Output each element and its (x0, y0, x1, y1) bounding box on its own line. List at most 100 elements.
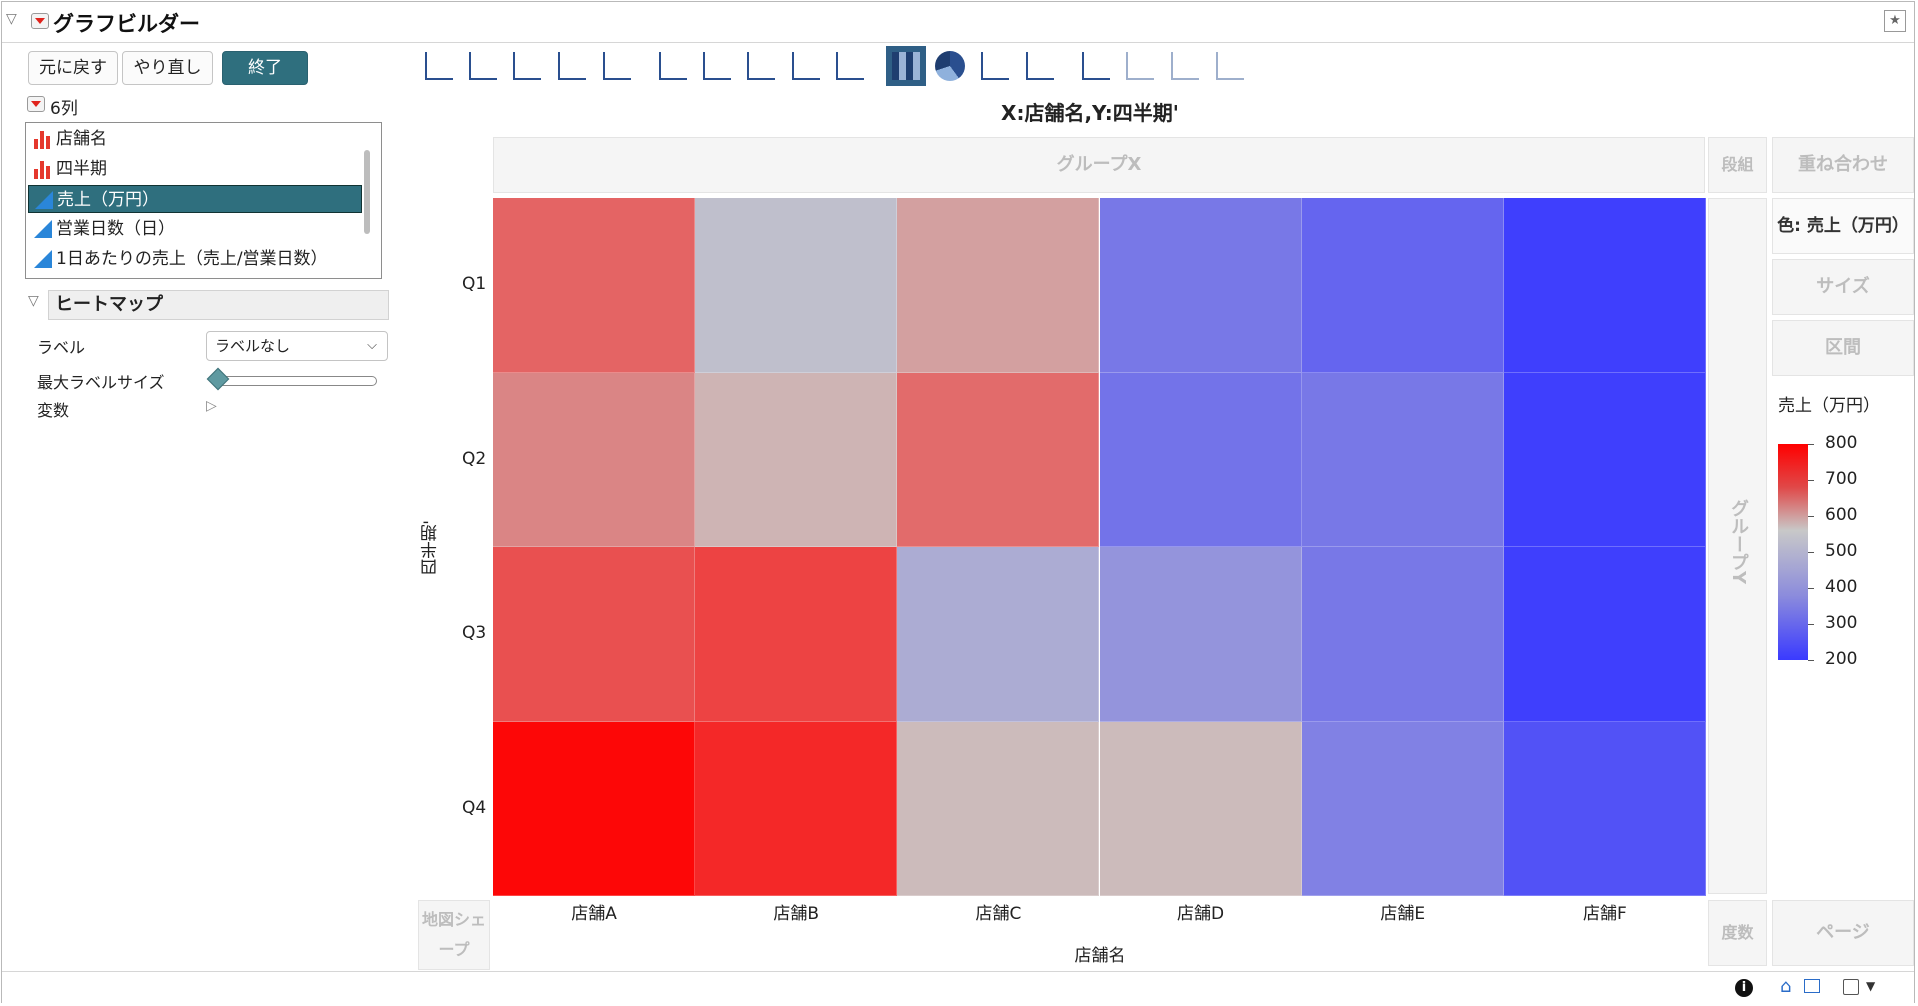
section-triangle-icon[interactable]: ▽ (28, 293, 39, 309)
undo-button[interactable]: 元に戻す (28, 51, 118, 85)
jitter-icon[interactable] (463, 46, 503, 86)
x-tick-label: 店舗C (975, 904, 1022, 924)
dropdown-arrow-icon[interactable]: ▼ (1866, 979, 1875, 993)
heatmap-cell[interactable] (493, 372, 696, 547)
y-tick-label: Q4 (462, 797, 487, 818)
legend-tick-label: 400 (1825, 577, 1858, 597)
size-zone[interactable]: サイズ (1772, 259, 1914, 315)
heatmap-cell[interactable] (1099, 547, 1302, 722)
heatmap-cell[interactable] (695, 198, 898, 373)
red-menu-icon[interactable] (31, 13, 49, 29)
pin-icon[interactable]: ★ (1884, 10, 1906, 32)
area-icon[interactable] (741, 46, 781, 86)
formula-icon[interactable] (1120, 46, 1160, 86)
mosaic-icon[interactable] (1020, 46, 1060, 86)
heatmap-cell[interactable] (897, 721, 1100, 896)
heatmap-cell[interactable] (695, 547, 898, 722)
y-axis-title: 四半期' (421, 520, 441, 576)
heatmap-cell[interactable] (493, 198, 696, 373)
heatmap-cell[interactable] (1503, 547, 1706, 722)
group-y-zone[interactable]: グループY (1708, 198, 1767, 894)
legend-title: 売上（万円） (1778, 396, 1880, 416)
heatmap-cell[interactable] (695, 721, 898, 896)
checkbox-icon[interactable] (1843, 979, 1859, 995)
column-item-store[interactable]: 店舗名 (28, 125, 358, 153)
max-label-size-slider[interactable] (217, 376, 377, 386)
x-axis-title: 店舗名 (1074, 946, 1126, 966)
collapse-triangle-icon[interactable]: ▽ (6, 11, 17, 27)
expand-triangle-icon[interactable]: ▷ (206, 398, 217, 414)
page-zone[interactable]: ページ (1772, 900, 1914, 966)
column-item-daily-sales[interactable]: 1日あたりの売上（売上/営業日数） (28, 245, 358, 273)
heatmap-cell[interactable] (1503, 721, 1706, 896)
window-title: グラフビルダー (53, 12, 200, 36)
heatmap-cell[interactable] (493, 721, 696, 896)
caption-box-icon[interactable] (1076, 46, 1116, 86)
map-shape-zone[interactable]: 地図シェープ (418, 900, 490, 970)
column-list-scrollbar[interactable] (364, 150, 370, 234)
box-plot-icon[interactable] (786, 46, 826, 86)
freq-zone[interactable]: 度数 (1708, 900, 1767, 966)
legend-tick-label: 600 (1825, 505, 1858, 525)
columns-menu-icon[interactable] (27, 96, 45, 112)
status-bar (2, 971, 1914, 1004)
column-list[interactable]: 店舗名 四半期 売上（万円） 営業日数（日） 1日あたりの売上（売上/営業日数） (25, 122, 382, 279)
heatmap-section-header[interactable]: ヒートマップ (48, 290, 389, 320)
heatmap-cell[interactable] (1503, 372, 1706, 547)
pie-icon[interactable] (930, 46, 970, 86)
histogram-icon[interactable] (830, 46, 870, 86)
y-tick-label: Q2 (462, 448, 487, 469)
x-tick-label: 店舗B (773, 904, 820, 924)
bar-icon[interactable] (697, 46, 737, 86)
heatmap-icon[interactable] (886, 46, 926, 86)
heatmap-cell[interactable] (493, 547, 696, 722)
legend-tick-label: 500 (1825, 541, 1858, 561)
heatmap-cell[interactable] (897, 547, 1100, 722)
points-icon[interactable] (419, 46, 459, 86)
contour-icon[interactable] (597, 46, 637, 86)
parallel-icon[interactable] (1210, 46, 1250, 86)
treemap-icon[interactable] (975, 46, 1015, 86)
ellipse-icon[interactable] (552, 46, 592, 86)
heatmap-cell[interactable] (1099, 721, 1302, 896)
heatmap-plot[interactable] (493, 198, 1706, 896)
overlay-zone[interactable]: 重ね合わせ (1772, 137, 1914, 193)
chevron-down-icon: ⌵ (367, 338, 377, 353)
heatmap-cell[interactable] (897, 372, 1100, 547)
heatmap-cell[interactable] (1301, 198, 1504, 373)
heatmap-cell[interactable] (1301, 372, 1504, 547)
y-tick-label: Q3 (462, 623, 487, 644)
nominal-column-icon (34, 131, 52, 149)
legend-tick-mark (1808, 552, 1814, 553)
legend-tick-label: 700 (1825, 469, 1858, 489)
info-icon[interactable]: i (1735, 979, 1753, 997)
heatmap-cell[interactable] (1099, 372, 1302, 547)
color-legend-bar (1778, 444, 1808, 660)
heatmap-cell[interactable] (1099, 198, 1302, 373)
table-icon[interactable] (1804, 979, 1820, 993)
color-zone[interactable]: 色: 売上（万円） (1772, 198, 1914, 254)
column-item-quarter[interactable]: 四半期 (28, 155, 358, 183)
smoother-icon[interactable] (507, 46, 547, 86)
heatmap-cell[interactable] (695, 372, 898, 547)
column-label: 営業日数（日） (56, 219, 175, 239)
map-shape-icon[interactable] (1165, 46, 1205, 86)
line-icon[interactable] (653, 46, 693, 86)
group-x-zone[interactable]: グループX (493, 137, 1705, 193)
interval-zone[interactable]: 区間 (1772, 320, 1914, 376)
group-y-label: グループY (1728, 499, 1749, 585)
column-item-sales[interactable]: 売上（万円） (28, 185, 362, 213)
column-item-days[interactable]: 営業日数（日） (28, 215, 358, 243)
redo-button[interactable]: やり直し (122, 51, 213, 85)
heatmap-cell[interactable] (897, 198, 1100, 373)
wrap-zone[interactable]: 段組 (1708, 137, 1767, 193)
home-icon[interactable]: ⌂ (1780, 976, 1791, 997)
legend-tick-mark (1808, 660, 1814, 661)
legend-tick-mark (1808, 624, 1814, 625)
done-button[interactable]: 終了 (222, 51, 308, 85)
label-select[interactable]: ラベルなし ⌵ (206, 331, 388, 361)
heatmap-cell[interactable] (1503, 198, 1706, 373)
heatmap-cell[interactable] (1301, 547, 1504, 722)
heatmap-cell[interactable] (1301, 721, 1504, 896)
column-label: 売上（万円） (57, 190, 159, 210)
